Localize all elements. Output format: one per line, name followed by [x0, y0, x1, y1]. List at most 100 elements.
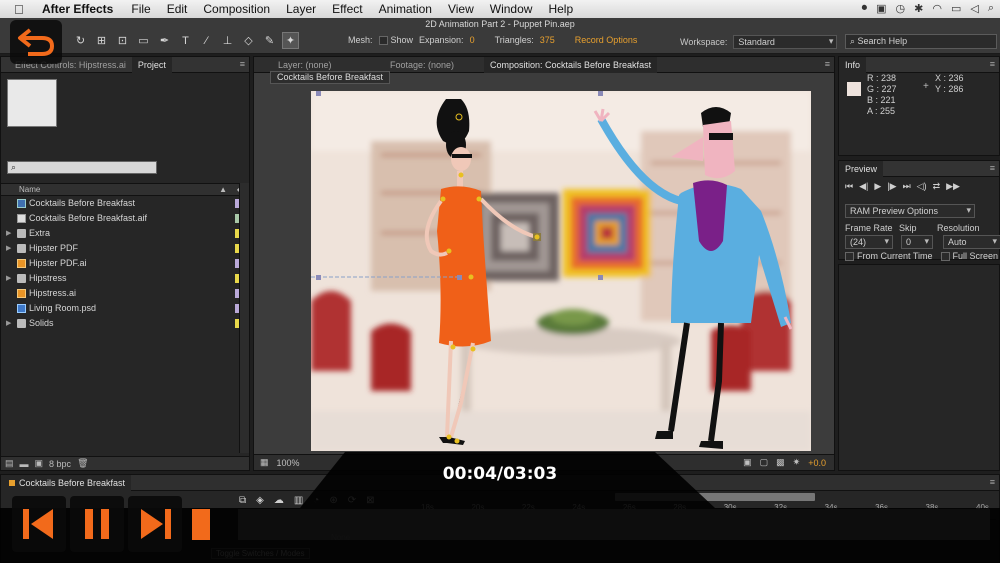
brainstorm-icon[interactable]: ⟳	[348, 495, 356, 506]
list-item[interactable]: Cocktails Before Breakfast.aif	[1, 211, 249, 226]
app-name-menu[interactable]: After Effects	[42, 2, 113, 16]
tab-info[interactable]: Info	[839, 56, 867, 73]
comp-mini-flowchart-icon[interactable]: ⧉	[239, 495, 246, 506]
list-item[interactable]: Hipster PDF.ai	[1, 256, 249, 271]
folder-file-icon	[17, 229, 26, 238]
prev-frame-icon[interactable]: ◀|	[859, 181, 868, 192]
menu-window[interactable]: Window	[490, 2, 533, 16]
video-progress-fill	[192, 509, 210, 540]
from-current-time-checkbox[interactable]: From Current Time	[845, 251, 933, 262]
list-item[interactable]: ▶ Hipstress	[1, 271, 249, 286]
pen-tool-icon[interactable]: ✒	[156, 32, 173, 49]
next-frame-icon[interactable]: |▶	[887, 181, 896, 192]
tab-project[interactable]: Project	[131, 56, 172, 73]
skip-forward-button[interactable]	[128, 496, 182, 552]
menu-layer[interactable]: Layer	[286, 2, 316, 16]
record-icon[interactable]: ⏺	[862, 2, 868, 15]
panel-menu-icon[interactable]: ≡	[240, 59, 245, 69]
name-column-header[interactable]: Name ▲ ◆	[1, 183, 249, 196]
back-button[interactable]	[10, 20, 62, 64]
list-item[interactable]: ▶ Hipster PDF	[1, 241, 249, 256]
right-panel-area	[838, 264, 1000, 471]
file-name: Cocktails Before Breakfast	[29, 198, 136, 208]
menu-view[interactable]: View	[448, 2, 474, 16]
disclosure-triangle-icon[interactable]: ▶	[6, 271, 11, 286]
menu-bar:  After Effects File Edit Composition Layer…	[0, 0, 1000, 18]
rectangle-tool-icon[interactable]: ▭	[135, 32, 152, 49]
skip-back-button[interactable]	[12, 496, 66, 552]
list-item[interactable]: ▶ Extra	[1, 226, 249, 241]
loop-icon[interactable]: ⇄	[933, 181, 941, 192]
play-icon[interactable]: ▶	[874, 181, 881, 192]
bluetooth-icon[interactable]: ✱	[914, 2, 923, 15]
menu-animation[interactable]: Animation	[379, 2, 432, 16]
disclosure-triangle-icon[interactable]: ▶	[6, 241, 11, 256]
menu-file[interactable]: File	[131, 2, 150, 16]
clock-icon[interactable]: ◷	[896, 2, 906, 15]
shy-layers-icon[interactable]: ☁	[274, 495, 284, 506]
apple-icon[interactable]: 	[14, 2, 28, 17]
menu-effect[interactable]: Effect	[332, 2, 362, 16]
pause-button[interactable]	[70, 496, 124, 552]
battery-icon[interactable]: ▭	[951, 2, 961, 15]
disclosure-triangle-icon[interactable]: ▶	[6, 316, 11, 331]
tab-composition[interactable]: Composition: Cocktails Before Breakfast	[484, 56, 658, 73]
resolution-dropdown[interactable]: Auto	[943, 235, 1000, 249]
tab-footage[interactable]: Footage: (none)	[384, 57, 484, 73]
type-tool-icon[interactable]: T	[177, 32, 194, 49]
show-mesh-checkbox[interactable]: Show	[378, 35, 413, 46]
record-options-button[interactable]: Record Options	[575, 35, 638, 45]
last-frame-icon[interactable]: ⏭	[903, 181, 911, 192]
skip-back-icon	[23, 509, 53, 539]
disclosure-triangle-icon[interactable]: ▶	[6, 226, 11, 241]
frame-blending-icon[interactable]: ▥	[294, 495, 303, 506]
work-area-bar[interactable]	[615, 493, 815, 501]
composition-canvas[interactable]	[311, 91, 811, 451]
triangles-value[interactable]: 375	[540, 35, 555, 45]
draft-3d-icon[interactable]: ◈	[256, 495, 264, 506]
expansion-value[interactable]: 0	[470, 35, 475, 45]
brush-tool-icon[interactable]: ∕	[198, 32, 215, 49]
camera-icon[interactable]: ▣	[876, 2, 886, 15]
frame-rate-dropdown[interactable]: (24)	[845, 235, 893, 249]
rotate-tool-icon[interactable]: ↻	[72, 32, 89, 49]
roto-brush-tool-icon[interactable]: ✎	[261, 32, 278, 49]
motion-blur-icon[interactable]: ◔	[313, 495, 319, 506]
volume-icon[interactable]: ◁	[970, 2, 978, 15]
camera-tool-icon[interactable]: ⊞	[93, 32, 110, 49]
list-item[interactable]: Cocktails Before Breakfast	[1, 196, 249, 211]
panel-menu-icon[interactable]: ≡	[990, 59, 995, 69]
clone-tool-icon[interactable]: ⊥	[219, 32, 236, 49]
audio-icon[interactable]: ◁)	[917, 181, 927, 192]
sort-icon[interactable]: ▲	[219, 184, 227, 196]
project-search-input[interactable]: ⌕	[7, 161, 157, 174]
puppet-pin-tool-icon[interactable]: ✦	[282, 32, 299, 49]
list-item[interactable]: Living Room.psd	[1, 301, 249, 316]
menu-edit[interactable]: Edit	[167, 2, 188, 16]
workspace-dropdown[interactable]: Standard	[733, 35, 838, 49]
menu-help[interactable]: Help	[548, 2, 573, 16]
spotlight-icon[interactable]: ⌕	[988, 2, 994, 15]
live-update-icon[interactable]: ⊠	[366, 495, 374, 506]
graph-editor-icon[interactable]: ⊛	[329, 495, 337, 506]
ram-preview-icon[interactable]: ▶▶	[946, 181, 960, 192]
full-screen-checkbox[interactable]: Full Screen	[940, 251, 998, 262]
ram-preview-options-dropdown[interactable]: RAM Preview Options	[845, 204, 975, 218]
comp-navigator-chip[interactable]: Cocktails Before Breakfast	[270, 71, 391, 84]
wifi-icon[interactable]: ◠	[932, 2, 942, 15]
list-item[interactable]: Hipstress.ai	[1, 286, 249, 301]
pan-behind-tool-icon[interactable]: ⊡	[114, 32, 131, 49]
skip-dropdown[interactable]: 0	[901, 235, 933, 249]
menu-composition[interactable]: Composition	[203, 2, 270, 16]
panel-menu-icon[interactable]: ≡	[990, 163, 995, 173]
tab-preview[interactable]: Preview	[839, 160, 884, 177]
info-panel: Info ≡ R : 238 G : 227 B : 221 A : 255 +…	[838, 56, 1000, 156]
toggle-switches-modes-button[interactable]: Toggle Switches / Modes	[211, 548, 310, 559]
panel-menu-icon[interactable]: ≡	[825, 59, 830, 69]
search-help-input[interactable]: ⌕ Search Help	[845, 34, 997, 49]
eraser-tool-icon[interactable]: ◇	[240, 32, 257, 49]
video-progress-bar[interactable]	[238, 509, 990, 540]
first-frame-icon[interactable]: ⏮	[845, 181, 853, 192]
list-item[interactable]: ▶ Solids	[1, 316, 249, 331]
project-scrollbar[interactable]	[239, 183, 249, 453]
